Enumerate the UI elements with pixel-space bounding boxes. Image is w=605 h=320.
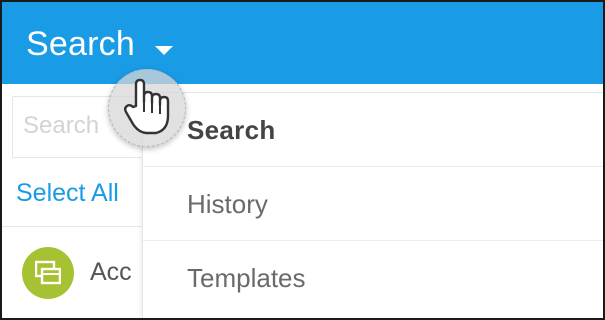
select-all-link[interactable]: Select All <box>16 178 119 208</box>
app-window: Search Select All Acc Search History <box>0 0 605 320</box>
dashboard-icon <box>22 247 74 299</box>
dropdown-item-history[interactable]: History <box>143 167 603 241</box>
search-menu-title[interactable]: Search <box>26 24 135 64</box>
dropdown-item-search[interactable]: Search <box>143 93 603 167</box>
hand-pointer-icon <box>124 78 170 135</box>
hand-pointer-cursor <box>108 69 186 147</box>
list-item-label: Acc <box>90 258 132 286</box>
dropdown-item-templates[interactable]: Templates <box>143 241 603 315</box>
search-dropdown-menu: Search History Templates <box>142 92 603 318</box>
caret-down-icon[interactable] <box>155 46 173 55</box>
header-bar: Search <box>2 2 603 84</box>
dropdown-item-label: Templates <box>187 263 306 293</box>
dropdown-item-label: History <box>187 189 268 219</box>
dropdown-item-label: Search <box>187 115 276 145</box>
